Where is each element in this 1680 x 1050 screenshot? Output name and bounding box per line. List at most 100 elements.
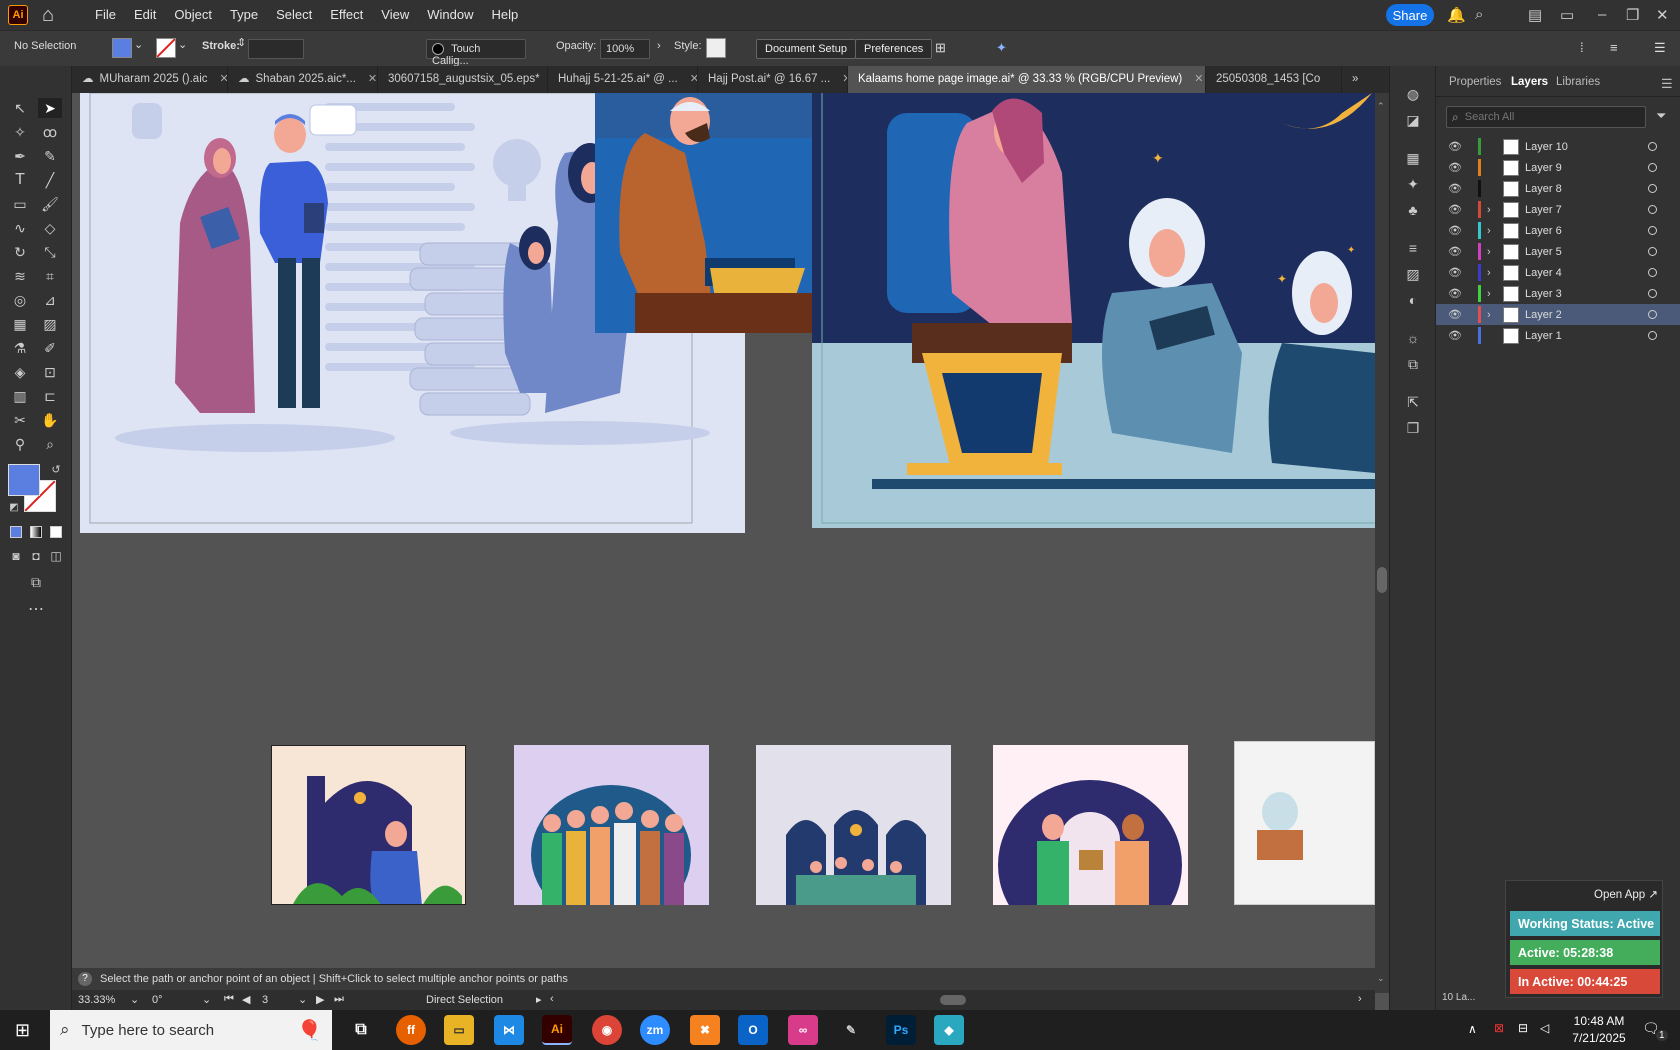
vscode-icon[interactable]: ⋈ bbox=[494, 1015, 524, 1045]
minimize-icon[interactable]: – bbox=[1598, 6, 1606, 23]
search-icon[interactable]: ⌕ bbox=[1475, 6, 1483, 23]
open-app-link[interactable]: Open App ↗ bbox=[1594, 887, 1658, 901]
menu-window[interactable]: Window bbox=[418, 0, 482, 30]
target-circle-icon[interactable] bbox=[1648, 331, 1657, 340]
zoom-app-icon[interactable]: zm bbox=[640, 1015, 670, 1045]
target-circle-icon[interactable] bbox=[1648, 226, 1657, 235]
layer-name[interactable]: Layer 6 bbox=[1525, 225, 1625, 237]
curvature-icon[interactable]: ✎ bbox=[38, 146, 62, 166]
layer-name[interactable]: Layer 7 bbox=[1525, 204, 1625, 216]
chevron-down-icon[interactable]: ⌄ bbox=[130, 993, 139, 1006]
menu-file[interactable]: File bbox=[86, 0, 125, 30]
tab-libraries[interactable]: Libraries bbox=[1556, 76, 1600, 88]
layer-row[interactable]: 👁 › Layer 2 bbox=[1436, 304, 1680, 325]
tab-layers[interactable]: Layers bbox=[1511, 76, 1548, 88]
free-transform-icon[interactable]: ⌗ bbox=[38, 266, 62, 286]
tab-kalaams-active[interactable]: Kalaams home page image.ai* @ 33.33 % (R… bbox=[848, 66, 1206, 93]
rectangle-tool-icon[interactable]: ▭ bbox=[8, 194, 32, 214]
align-icon[interactable]: ⁞ bbox=[1580, 40, 1584, 55]
shaper-icon[interactable]: ∿ bbox=[8, 218, 32, 238]
eye-icon[interactable]: 👁 bbox=[1448, 245, 1464, 258]
distribute-icon[interactable]: ≡ bbox=[1610, 40, 1618, 55]
swatches-icon[interactable]: ▦ bbox=[1401, 148, 1425, 168]
tab-shaban[interactable]: ☁ Shaban 2025.aic*... ✕ bbox=[228, 66, 378, 93]
chevron-right-icon[interactable]: › bbox=[657, 40, 661, 52]
target-circle-icon[interactable] bbox=[1648, 205, 1657, 214]
layer-row[interactable]: 👁 › Layer 5 bbox=[1436, 241, 1680, 262]
panel-menu-icon[interactable]: ☰ bbox=[1654, 40, 1666, 56]
swap-colors-icon[interactable]: ↺ bbox=[44, 460, 68, 480]
eraser-icon[interactable]: ◇ bbox=[38, 218, 62, 238]
scroll-up-icon[interactable]: ⌃ bbox=[1377, 101, 1385, 112]
first-artboard-icon[interactable]: ⏮ bbox=[224, 993, 234, 1006]
rotation-value[interactable]: 0° bbox=[152, 994, 163, 1006]
chevron-down-icon[interactable]: ⌄ bbox=[178, 38, 187, 51]
layers-search[interactable]: ⌕ bbox=[1446, 106, 1646, 128]
workspace-icon[interactable]: ▤ bbox=[1528, 6, 1542, 24]
lasso-icon[interactable]: ꝏ bbox=[38, 122, 62, 142]
scale-icon[interactable]: ⤡ bbox=[38, 242, 62, 262]
photoshop-icon[interactable]: Ps bbox=[886, 1015, 916, 1045]
none-mode-icon[interactable] bbox=[50, 526, 62, 538]
layer-row[interactable]: 👁 Layer 9 bbox=[1436, 157, 1680, 178]
stroke-weight-dropdown[interactable] bbox=[248, 39, 304, 59]
outlook-icon[interactable]: O bbox=[738, 1015, 768, 1045]
last-artboard-icon[interactable]: ⏭ bbox=[334, 993, 344, 1006]
chevron-down-icon[interactable]: ⌄ bbox=[134, 38, 143, 51]
scroll-down-icon[interactable]: ⌄ bbox=[1377, 973, 1385, 984]
warp-icon[interactable]: ≋ bbox=[8, 266, 32, 286]
target-circle-icon[interactable] bbox=[1648, 289, 1657, 298]
layer-name[interactable]: Layer 2 bbox=[1525, 309, 1625, 321]
mesh-icon[interactable]: ▦ bbox=[8, 314, 32, 334]
menu-object[interactable]: Object bbox=[165, 0, 221, 30]
appearance-icon[interactable]: ◍ bbox=[1401, 84, 1425, 104]
expand-chevron-icon[interactable]: › bbox=[1487, 267, 1497, 279]
chrome-icon[interactable]: ◉ bbox=[592, 1015, 622, 1045]
export-icon[interactable]: ⇱ bbox=[1401, 392, 1425, 412]
selection-tool-icon[interactable]: ↖ bbox=[8, 98, 32, 118]
tracker-app-icon[interactable]: ◆ bbox=[934, 1015, 964, 1045]
fill-color-front[interactable] bbox=[8, 464, 40, 496]
fill-swatch[interactable] bbox=[112, 38, 132, 58]
network-icon[interactable]: ⊟ bbox=[1518, 1021, 1528, 1035]
symbol-sprayer-icon[interactable]: ⊡ bbox=[38, 362, 62, 382]
type-tool-icon[interactable]: T bbox=[8, 170, 32, 190]
expand-chevron-icon[interactable]: › bbox=[1487, 204, 1497, 216]
target-circle-icon[interactable] bbox=[1648, 163, 1657, 172]
more-tabs-icon[interactable]: » bbox=[1342, 66, 1372, 93]
layer-name[interactable]: Layer 8 bbox=[1525, 183, 1625, 195]
transparency-icon[interactable]: ◪ bbox=[1401, 110, 1425, 130]
document-setup-button[interactable]: Document Setup bbox=[756, 39, 856, 59]
layer-name[interactable]: Layer 5 bbox=[1525, 246, 1625, 258]
rotate-icon[interactable]: ↻ bbox=[8, 242, 32, 262]
navigator-icon[interactable]: ☼ bbox=[1401, 328, 1425, 348]
menu-view[interactable]: View bbox=[372, 0, 418, 30]
zoom-level[interactable]: 33.33% bbox=[78, 994, 115, 1006]
layer-row[interactable]: 👁 Layer 1 bbox=[1436, 325, 1680, 346]
target-circle-icon[interactable] bbox=[1648, 142, 1657, 151]
gradient-panel-icon[interactable]: ▨ bbox=[1401, 264, 1425, 284]
eye-icon[interactable]: 👁 bbox=[1448, 203, 1464, 216]
bell-icon[interactable]: 🔔 bbox=[1447, 6, 1466, 24]
layer-name[interactable]: Layer 3 bbox=[1525, 288, 1625, 300]
arrange-icon[interactable]: ⊞ bbox=[935, 40, 946, 56]
more-tools-icon[interactable]: ⋯ bbox=[24, 600, 48, 620]
chevron-down-icon[interactable]: ⌄ bbox=[298, 993, 307, 1006]
brush-dropdown[interactable]: Touch Callig... bbox=[426, 39, 526, 67]
close-icon[interactable]: ✕ bbox=[220, 66, 227, 93]
symbols-icon[interactable]: ♣ bbox=[1401, 200, 1425, 220]
recolor-icon[interactable]: ✦ bbox=[996, 40, 1007, 56]
perspective-icon[interactable]: ⊿ bbox=[38, 290, 62, 310]
graph-tool-icon[interactable]: ▥ bbox=[8, 386, 32, 406]
eye-icon[interactable]: 👁 bbox=[1448, 140, 1464, 153]
home-icon[interactable]: ⌂ bbox=[42, 5, 64, 25]
file-explorer-icon[interactable]: ▭ bbox=[444, 1015, 474, 1045]
target-circle-icon[interactable] bbox=[1648, 184, 1657, 193]
artboard-number[interactable]: 3 bbox=[262, 994, 268, 1006]
previous-artboard-icon[interactable]: ◀ bbox=[242, 993, 250, 1006]
eye-icon[interactable]: 👁 bbox=[1448, 224, 1464, 237]
screen-mode-icon[interactable]: ⧉ bbox=[24, 572, 48, 592]
preferences-button[interactable]: Preferences bbox=[855, 39, 933, 59]
share-button[interactable]: Share bbox=[1386, 4, 1434, 26]
target-circle-icon[interactable] bbox=[1648, 310, 1657, 319]
